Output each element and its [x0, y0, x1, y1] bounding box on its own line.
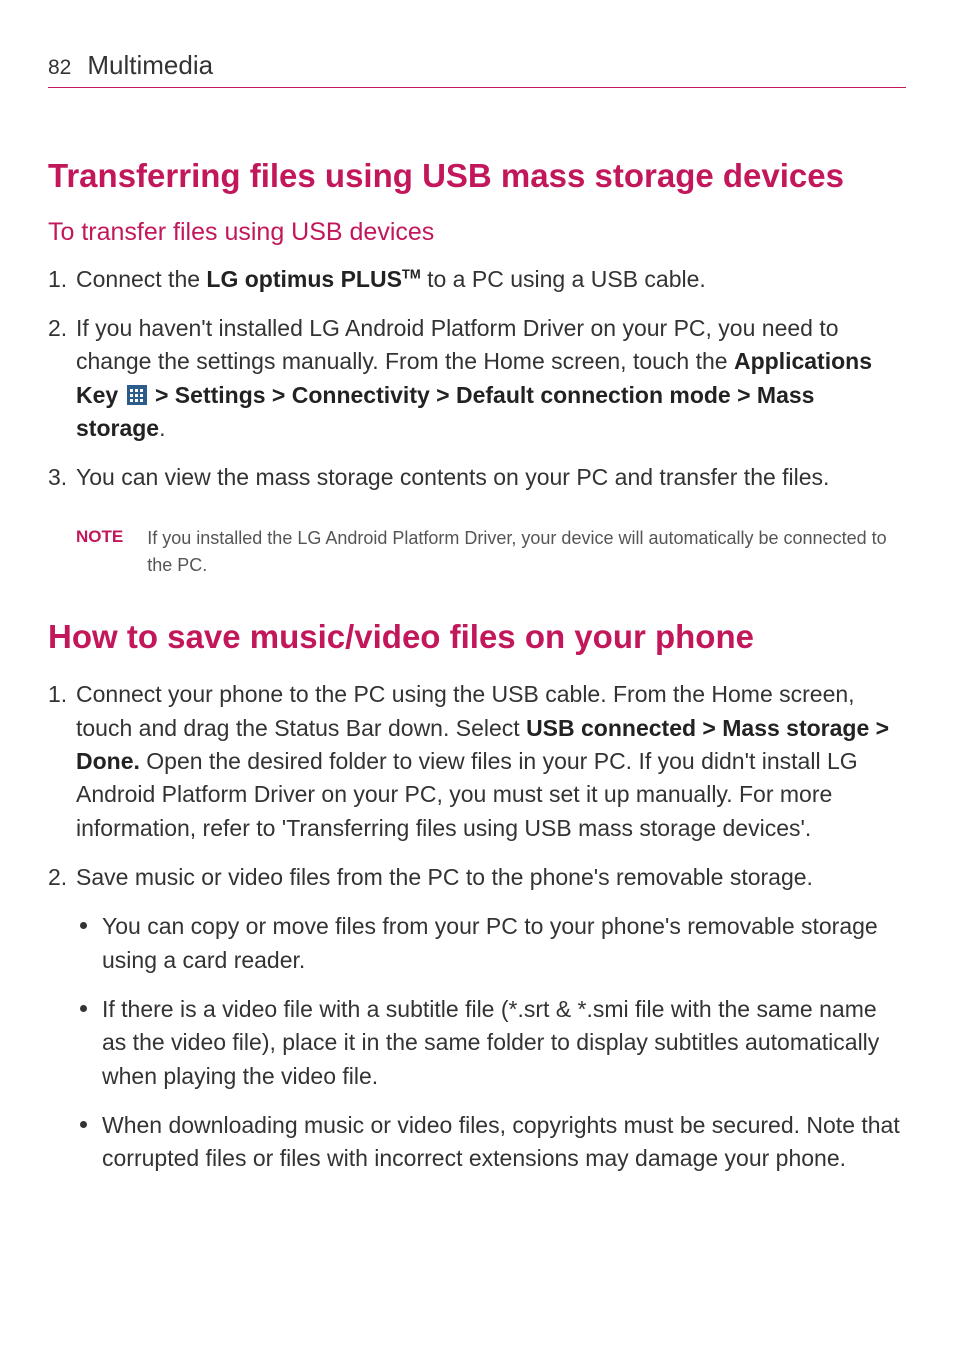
page-number: 82: [48, 56, 71, 80]
list-item: Connect the LG optimus PLUSTM to a PC us…: [48, 263, 906, 296]
applications-key-icon: [127, 385, 147, 405]
bullet-list: You can copy or move files from your PC …: [76, 910, 906, 1175]
section-save-music-video: How to save music/video files on your ph…: [48, 617, 906, 1176]
step-text: .: [159, 415, 165, 441]
list-item: When downloading music or video files, c…: [76, 1109, 906, 1176]
bullet-text: You can copy or move files from your PC …: [102, 913, 878, 972]
bullet-text: If there is a video file with a subtitle…: [102, 996, 879, 1089]
list-item: You can view the mass storage contents o…: [48, 461, 906, 494]
nav-path: > Settings > Connectivity > Default conn…: [76, 382, 814, 441]
list-item: Save music or video files from the PC to…: [48, 861, 906, 1176]
note-block: NOTE If you installed the LG Android Pla…: [48, 525, 906, 579]
subheading-transfer-usb: To transfer files using USB devices: [48, 218, 906, 247]
heading-save-files: How to save music/video files on your ph…: [48, 617, 906, 657]
product-name: LG optimus PLUS: [206, 266, 402, 292]
step-text: to a PC using a USB cable.: [421, 266, 706, 292]
step-text: If you haven't installed LG Android Plat…: [76, 315, 839, 374]
section-title: Multimedia: [87, 50, 213, 81]
step-text: You can view the mass storage contents o…: [76, 464, 829, 490]
save-steps-list: Connect your phone to the PC using the U…: [48, 678, 906, 1175]
bullet-text: When downloading music or video files, c…: [102, 1112, 900, 1171]
list-item: You can copy or move files from your PC …: [76, 910, 906, 977]
step-text: Open the desired folder to view files in…: [76, 748, 858, 841]
step-text: Save music or video files from the PC to…: [76, 864, 813, 890]
list-item: Connect your phone to the PC using the U…: [48, 678, 906, 845]
page-header: 82 Multimedia: [48, 50, 906, 88]
step-text: Connect the: [76, 266, 206, 292]
note-label: NOTE: [76, 525, 123, 547]
list-item: If you haven't installed LG Android Plat…: [48, 312, 906, 445]
heading-transferring-files: Transferring files using USB mass storag…: [48, 156, 906, 196]
transfer-steps-list: Connect the LG optimus PLUSTM to a PC us…: [48, 263, 906, 495]
list-item: If there is a video file with a subtitle…: [76, 993, 906, 1093]
trademark: TM: [402, 266, 421, 281]
note-text: If you installed the LG Android Platform…: [147, 525, 906, 579]
